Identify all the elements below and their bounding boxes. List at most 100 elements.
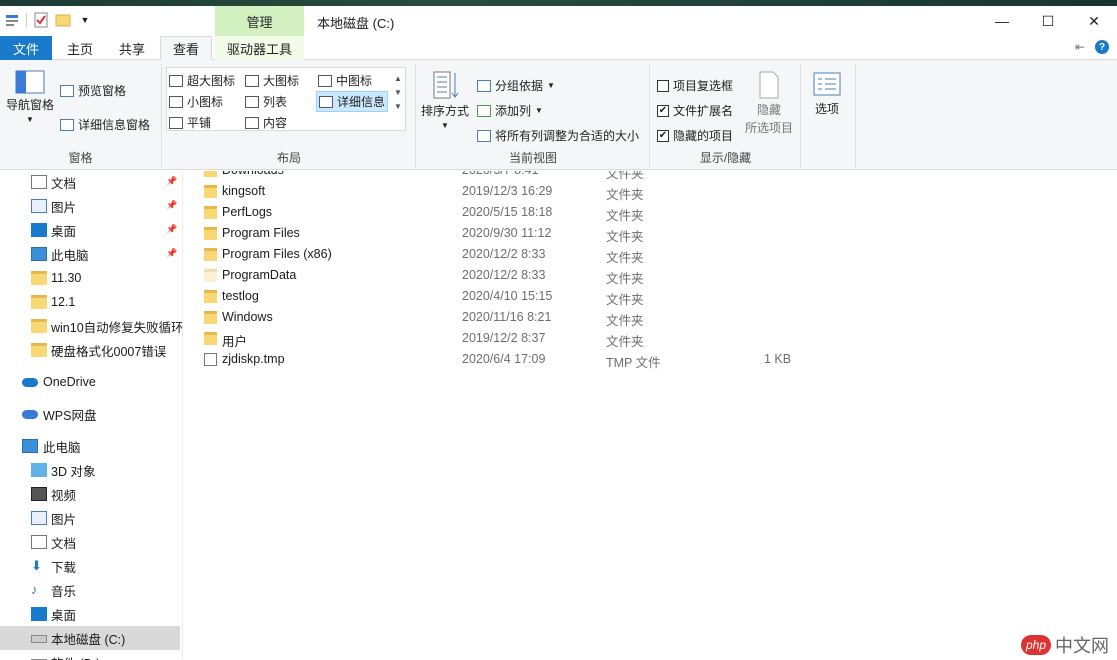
layout-content-label: 内容 bbox=[263, 116, 288, 130]
customize-qat-icon[interactable]: ▼ bbox=[77, 12, 93, 28]
options-button[interactable]: 选项 bbox=[813, 72, 841, 117]
folder-icon bbox=[204, 185, 217, 198]
hide-button-label-2: 所选项目 bbox=[745, 121, 794, 135]
file-row[interactable]: Downloads2020/3/7 8:41文件夹 bbox=[184, 171, 1117, 181]
file-row[interactable]: 用户 2019/12/2 8:37 文件夹 bbox=[184, 328, 1117, 349]
preview-pane-button[interactable]: 预览窗格 bbox=[60, 82, 126, 99]
sort-by-button[interactable]: 排序方式 ▼ bbox=[421, 70, 469, 130]
file-row[interactable]: PerfLogs 2020/5/15 18:18 文件夹 bbox=[184, 202, 1117, 223]
tab-share[interactable]: 共享 bbox=[110, 36, 154, 60]
nav-item-pc[interactable]: 3D 对象 bbox=[0, 458, 180, 482]
file-row[interactable]: Program Files 2020/9/30 11:12 文件夹 bbox=[184, 223, 1117, 244]
layout-large[interactable]: 大图标 bbox=[245, 72, 299, 89]
layout-list-label: 列表 bbox=[263, 95, 288, 109]
options-icon bbox=[813, 72, 841, 96]
quick-access-item[interactable]: 文档 📌 bbox=[0, 171, 180, 194]
chevron-down-icon: ▼ bbox=[535, 106, 543, 115]
minimize-button[interactable]: — bbox=[979, 6, 1025, 36]
list-icon bbox=[245, 95, 259, 108]
layout-tiles[interactable]: 平铺 bbox=[169, 114, 211, 131]
hidden-items-toggle[interactable]: ✔ 隐藏的项目 bbox=[657, 127, 733, 144]
file-type: 文件夹 bbox=[606, 251, 644, 265]
layout-list[interactable]: 列表 bbox=[245, 93, 287, 110]
file-row[interactable]: kingsoft 2019/12/3 16:29 文件夹 bbox=[184, 181, 1117, 202]
quick-access-item-label: 11.30 bbox=[51, 271, 82, 285]
layout-large-label: 大图标 bbox=[263, 74, 300, 88]
pictures-icon bbox=[31, 511, 47, 525]
wps-cloud-icon bbox=[22, 410, 38, 419]
nav-item-pc[interactable]: ♪ 音乐 bbox=[0, 578, 180, 602]
chevron-down-icon: ▼ bbox=[547, 81, 555, 90]
help-icon[interactable]: ? bbox=[1095, 40, 1109, 54]
nav-item-pc-label: 图片 bbox=[51, 512, 77, 527]
quick-access-item[interactable]: 硬盘格式化0007错误 bbox=[0, 338, 180, 362]
file-row[interactable]: zjdiskp.tmp 2020/6/4 17:09 TMP 文件 1 KB bbox=[184, 349, 1117, 370]
layout-details[interactable]: 详细信息 bbox=[316, 91, 389, 112]
gallery-scroll-arrows[interactable]: ▲ ▼ ▼ bbox=[394, 72, 402, 114]
nav-item-this-pc[interactable]: 此电脑 bbox=[0, 434, 180, 458]
quick-access-item[interactable]: 11.30 bbox=[0, 266, 180, 290]
large-icons-icon bbox=[245, 74, 259, 87]
quick-access-item[interactable]: 图片 📌 bbox=[0, 194, 180, 218]
tab-manage[interactable]: 管理 bbox=[215, 6, 304, 36]
add-columns-label: 添加列 bbox=[495, 104, 532, 118]
properties-check-icon[interactable] bbox=[33, 12, 49, 28]
quick-access-item[interactable]: 桌面 📌 bbox=[0, 218, 180, 242]
nav-item-pc[interactable]: 图片 bbox=[0, 506, 180, 530]
item-checkboxes-toggle[interactable]: 项目复选框 bbox=[657, 77, 733, 94]
preview-pane-icon bbox=[60, 84, 74, 97]
nav-item-wps[interactable]: WPS网盘 bbox=[0, 402, 180, 426]
quick-access-item[interactable]: win10自动修复失败循环 bbox=[0, 314, 183, 338]
nav-item-pc[interactable]: 文档 bbox=[0, 530, 180, 554]
file-icon bbox=[204, 353, 217, 366]
window-title: 本地磁盘 (C:) bbox=[317, 16, 395, 31]
group-title-show-hide: 显示/隐藏 bbox=[699, 151, 752, 165]
tab-home[interactable]: 主页 bbox=[58, 36, 102, 60]
file-row[interactable]: ProgramData 2020/12/2 8:33 文件夹 bbox=[184, 265, 1117, 286]
properties-icon[interactable] bbox=[4, 12, 20, 28]
nav-item-pc[interactable]: 视频 bbox=[0, 482, 180, 506]
computer-icon bbox=[22, 439, 38, 453]
tab-file[interactable]: 文件 bbox=[0, 36, 52, 60]
group-by-button[interactable]: 分组依据 ▼ bbox=[477, 77, 555, 94]
close-button[interactable]: ✕ bbox=[1071, 6, 1117, 36]
file-name: Downloads bbox=[222, 171, 284, 177]
details-pane-button[interactable]: 详细信息窗格 bbox=[60, 116, 150, 133]
nav-item-pc[interactable]: ⬇ 下载 bbox=[0, 554, 180, 578]
file-row[interactable]: Program Files (x86) 2020/12/2 8:33 文件夹 bbox=[184, 244, 1117, 265]
file-row[interactable]: Windows 2020/11/16 8:21 文件夹 bbox=[184, 307, 1117, 328]
fit-columns-button[interactable]: 将所有列调整为合适的大小 bbox=[477, 127, 639, 144]
quick-access-item[interactable]: 此电脑 📌 bbox=[0, 242, 180, 266]
file-type: 文件夹 bbox=[606, 188, 644, 202]
file-extensions-toggle[interactable]: ✔ 文件扩展名 bbox=[657, 102, 733, 119]
options-label: 选项 bbox=[814, 102, 839, 116]
nav-item-pc[interactable]: 桌面 bbox=[0, 602, 180, 626]
videos-icon bbox=[31, 487, 47, 501]
nav-item-pc[interactable]: 软件 (D:) bbox=[0, 650, 180, 660]
file-row[interactable]: testlog 2020/4/10 15:15 文件夹 bbox=[184, 286, 1117, 307]
layout-small[interactable]: 小图标 bbox=[169, 93, 223, 110]
maximize-button[interactable]: ☐ bbox=[1025, 6, 1071, 36]
nav-item-onedrive[interactable]: OneDrive bbox=[0, 370, 180, 394]
hide-selected-button[interactable]: 隐藏 所选项目 bbox=[745, 70, 793, 136]
add-columns-button[interactable]: 添加列 ▼ bbox=[477, 102, 543, 119]
quick-access-item-label: 桌面 bbox=[51, 224, 77, 239]
folder-icon bbox=[204, 269, 217, 282]
tab-view[interactable]: 查看 bbox=[160, 36, 212, 61]
file-date: 2019/12/3 16:29 bbox=[462, 184, 553, 198]
nav-item-pc[interactable]: 本地磁盘 (C:) bbox=[0, 626, 180, 650]
quick-access-item[interactable]: 12.1 bbox=[0, 290, 180, 314]
add-columns-icon bbox=[477, 104, 491, 117]
pin-ribbon-icon[interactable]: ⇤ bbox=[1075, 40, 1085, 54]
file-date: 2020/4/10 15:15 bbox=[462, 289, 553, 303]
new-folder-icon[interactable] bbox=[55, 12, 71, 28]
layout-medium[interactable]: 中图标 bbox=[318, 72, 372, 89]
layout-extra-large[interactable]: 超大图标 bbox=[169, 72, 235, 89]
tab-drive-tools[interactable]: 驱动器工具 bbox=[215, 36, 304, 60]
nav-pane-button[interactable]: 导航窗格 ▼ bbox=[6, 70, 54, 124]
content-icon bbox=[245, 116, 259, 129]
ribbon-tab-bar: 文件 主页 共享 查看 驱动器工具 ⇤ ? bbox=[0, 36, 1117, 61]
group-show-hide: 项目复选框 ✔ 文件扩展名 ✔ 隐藏的项目 隐藏 所选项目 显示/隐藏 bbox=[651, 64, 801, 168]
quick-access-item-label: win10自动修复失败循环 bbox=[51, 320, 183, 335]
layout-content[interactable]: 内容 bbox=[245, 114, 287, 131]
